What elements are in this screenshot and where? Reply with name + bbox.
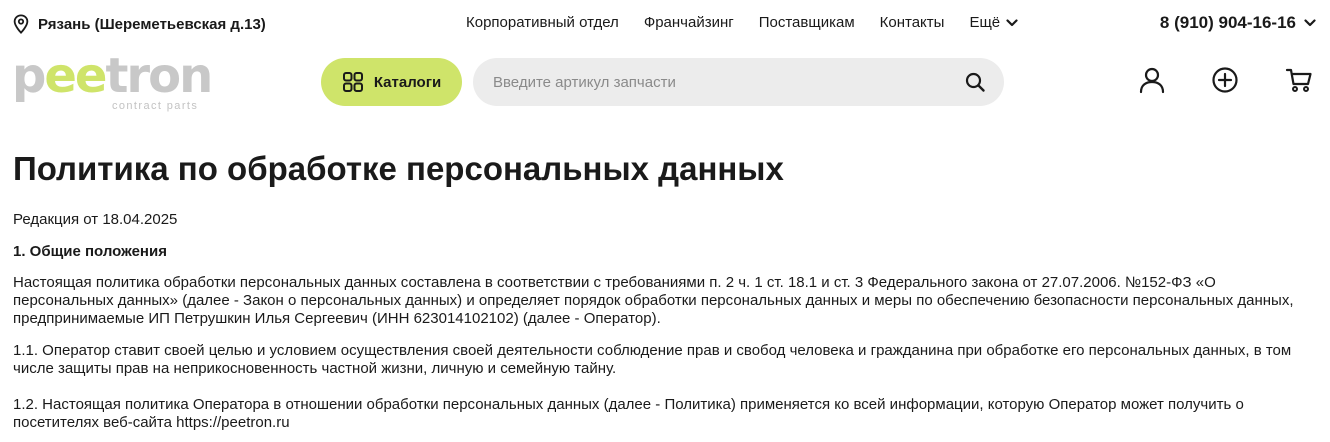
cart-icon[interactable] bbox=[1285, 66, 1313, 94]
user-icon[interactable] bbox=[1138, 66, 1166, 94]
policy-paragraph: Настоящая политика обработки персональны… bbox=[13, 274, 1294, 327]
search-icon[interactable] bbox=[964, 71, 986, 93]
peetron-logo[interactable]: peetron contract parts bbox=[12, 52, 222, 112]
policy-paragraph: 1.2. Настоящая политика Оператора в отно… bbox=[13, 396, 1244, 431]
nav-more-label: Ещё bbox=[969, 14, 1001, 31]
nav-link-contacts[interactable]: Контакты bbox=[880, 14, 945, 31]
logo-subtitle: contract parts bbox=[112, 100, 199, 112]
policy-content: Политика по обработке персональных данны… bbox=[13, 150, 1318, 432]
chevron-down-icon bbox=[1304, 19, 1316, 27]
edition-date: Редакция от 18.04.2025 bbox=[13, 211, 178, 228]
logo-wordmark: peetron bbox=[12, 48, 213, 104]
phone-selector[interactable]: 8 (910) 904-16-16 bbox=[1160, 13, 1316, 33]
nav-link-suppliers[interactable]: Поставщикам bbox=[759, 14, 855, 31]
top-nav: Корпоративный отдел Франчайзинг Поставщи… bbox=[466, 14, 1018, 31]
search-bar bbox=[473, 58, 1004, 106]
nav-more-dropdown[interactable]: Ещё bbox=[969, 14, 1018, 31]
city-selector[interactable]: Рязань (Шереметьевская д.13) bbox=[12, 14, 266, 34]
nav-link-corporate[interactable]: Корпоративный отдел bbox=[466, 14, 619, 31]
catalogs-button[interactable]: Каталоги bbox=[321, 58, 462, 106]
plus-circle-icon[interactable] bbox=[1211, 66, 1239, 94]
nav-link-franchising[interactable]: Франчайзинг bbox=[644, 14, 734, 31]
phone-number: 8 (910) 904-16-16 bbox=[1159, 13, 1296, 32]
policy-paragraph: 1.1. Оператор ставит своей целью и услов… bbox=[13, 342, 1292, 377]
top-bar: Рязань (Шереметьевская д.13) Корпоративн… bbox=[0, 0, 1330, 48]
page-title: Политика по обработке персональных данны… bbox=[13, 150, 784, 187]
grid-icon bbox=[342, 72, 363, 92]
section-title: 1. Общие положения bbox=[13, 243, 167, 260]
city-label: Рязань (Шереметьевская д.13) bbox=[38, 15, 266, 33]
location-pin-icon bbox=[13, 14, 29, 34]
chevron-down-icon bbox=[1006, 18, 1018, 26]
catalogs-label: Каталоги bbox=[373, 73, 442, 91]
search-input[interactable] bbox=[493, 58, 953, 106]
site-header: peetron contract parts Каталоги bbox=[0, 50, 1330, 120]
